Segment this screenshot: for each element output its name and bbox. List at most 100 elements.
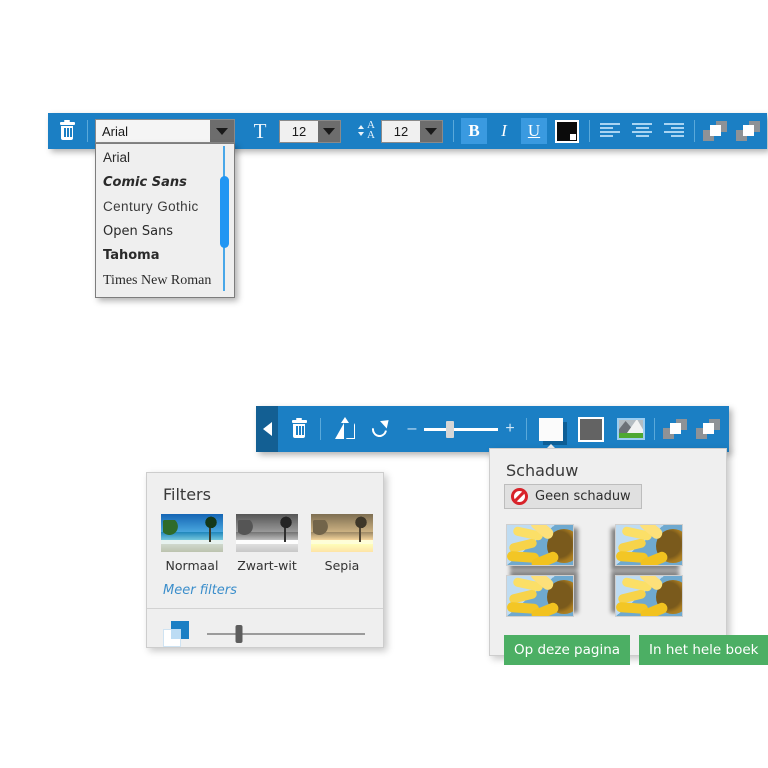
align-left-icon <box>600 123 620 139</box>
filter-option-sepia[interactable]: Sepia <box>311 514 373 573</box>
send-to-back-icon <box>736 121 760 141</box>
text-format-T-icon: T <box>253 118 267 143</box>
toolbar-separator <box>694 120 695 142</box>
opacity-control <box>147 609 383 659</box>
font-option-tahoma[interactable]: Tahoma <box>96 244 234 269</box>
send-to-back-button[interactable] <box>735 117 761 145</box>
rotate-button[interactable] <box>368 415 394 443</box>
slider-thumb[interactable] <box>445 420 454 438</box>
apply-scope-buttons: Op deze pagina In het hele boek <box>490 627 768 679</box>
flip-button[interactable] <box>332 415 358 443</box>
font-option-arial[interactable]: Arial <box>96 146 234 171</box>
trash-icon <box>59 120 75 140</box>
apply-whole-book-button[interactable]: In het hele boek <box>639 635 768 665</box>
filters-mode-button[interactable] <box>616 415 646 444</box>
font-size-value: 12 <box>280 120 318 142</box>
align-right-button[interactable] <box>661 117 687 145</box>
opacity-slider-thumb[interactable] <box>235 625 243 643</box>
opacity-icon <box>163 621 189 647</box>
filter-option-zwart-wit[interactable]: Zwart-wit <box>236 514 298 573</box>
shadow-option-bottom-right[interactable] <box>506 524 574 566</box>
delete-image-button[interactable] <box>286 415 312 443</box>
align-center-icon <box>632 123 652 139</box>
toolbar-separator <box>320 418 321 440</box>
shadow-option-top-left[interactable] <box>615 575 683 617</box>
font-option-comic-sans[interactable]: Comic Sans <box>96 171 234 196</box>
filters-panel-title: Filters <box>163 485 211 504</box>
flip-icon <box>335 417 355 439</box>
line-spacing-icon-button[interactable]: AA <box>351 117 377 145</box>
slider-plus-label[interactable]: + <box>504 420 516 438</box>
filter-label: Normaal <box>165 558 219 573</box>
image-toolbar: – + <box>256 406 729 452</box>
font-family-select[interactable]: Arial Arial Comic Sans Century Gothic Op… <box>95 119 235 298</box>
back-button[interactable] <box>256 406 278 452</box>
filters-panel: Filters Normaal Zwart-wit Sepia Meer fil… <box>146 472 384 648</box>
toolbar-separator <box>453 120 454 142</box>
font-option-century-gothic[interactable]: Century Gothic <box>96 195 234 220</box>
text-format-icon-button[interactable]: T <box>247 117 273 145</box>
zoom-slider[interactable]: – + <box>406 420 516 438</box>
rotate-icon <box>369 416 392 440</box>
bring-to-front-icon <box>663 419 687 439</box>
align-center-button[interactable] <box>629 117 655 145</box>
toolbar-separator <box>589 120 590 142</box>
screen: Arial Arial Comic Sans Century Gothic Op… <box>0 0 768 768</box>
filter-label: Sepia <box>324 558 360 573</box>
bring-to-front-icon <box>703 121 727 141</box>
shadow-option-bottom-left[interactable] <box>615 524 683 566</box>
toolbar-separator <box>654 418 655 440</box>
slider-minus-label[interactable]: – <box>406 420 418 438</box>
opacity-slider-track[interactable] <box>207 625 365 643</box>
dropdown-scrollbar-thumb[interactable] <box>219 176 229 248</box>
font-family-dropdown-arrow[interactable] <box>210 120 234 142</box>
shadow-options-grid <box>490 510 726 627</box>
filter-thumbnail-sepia <box>311 514 373 552</box>
send-to-back-icon <box>696 419 720 439</box>
shadow-mode-button[interactable] <box>536 415 566 452</box>
italic-button[interactable]: I <box>491 118 517 144</box>
font-family-dropdown-list[interactable]: Arial Comic Sans Century Gothic Open San… <box>95 143 235 298</box>
toolbar-separator <box>87 120 88 142</box>
toolbar-separator <box>526 418 527 440</box>
filter-thumbnail-normaal <box>161 514 223 552</box>
line-spacing-icon: AA <box>353 120 375 141</box>
send-to-back-button[interactable] <box>695 415 721 443</box>
chevron-down-icon <box>323 127 335 135</box>
line-spacing-value: 12 <box>382 120 420 142</box>
font-size-select[interactable]: 12 <box>279 119 341 143</box>
align-left-button[interactable] <box>597 117 623 145</box>
slider-track[interactable] <box>424 420 498 438</box>
filter-label: Zwart-wit <box>237 558 297 573</box>
font-family-value: Arial <box>96 120 210 142</box>
shadow-panel: Schaduw Geen schaduw Op deze pagina In h… <box>489 448 768 665</box>
line-spacing-dropdown-arrow[interactable] <box>420 120 442 142</box>
text-toolbar: Arial Arial Comic Sans Century Gothic Op… <box>48 113 767 298</box>
underline-button[interactable]: U <box>521 118 547 144</box>
apply-this-page-button[interactable]: Op deze pagina <box>504 635 631 665</box>
font-family-combo[interactable]: Arial <box>95 119 235 143</box>
font-option-times-new-roman[interactable]: Times New Roman <box>96 269 234 294</box>
frame-mode-button[interactable] <box>576 415 606 444</box>
trash-icon <box>291 418 307 438</box>
filter-thumbnail-row: Normaal Zwart-wit Sepia <box>147 514 383 573</box>
font-size-dropdown-arrow[interactable] <box>318 120 340 142</box>
chevron-down-icon <box>425 127 437 135</box>
filter-option-normaal[interactable]: Normaal <box>161 514 223 573</box>
filter-thumbnail-zwart-wit <box>236 514 298 552</box>
bring-to-front-button[interactable] <box>702 117 728 145</box>
chevron-left-icon <box>262 422 272 436</box>
delete-text-button[interactable] <box>54 117 80 145</box>
shadow-mode-icon <box>539 417 563 441</box>
bold-button[interactable]: B <box>461 118 487 144</box>
shadow-option-top-right[interactable] <box>506 575 574 617</box>
font-option-open-sans[interactable]: Open Sans <box>96 220 234 245</box>
bring-to-front-button[interactable] <box>662 415 688 443</box>
more-filters-link[interactable]: Meer filters <box>163 583 383 598</box>
no-shadow-button[interactable]: Geen schaduw <box>504 484 642 509</box>
shadow-panel-title: Schaduw <box>506 461 579 480</box>
text-color-button[interactable] <box>554 117 580 145</box>
line-spacing-select[interactable]: 12 <box>381 119 443 143</box>
no-shadow-icon <box>511 488 528 505</box>
chevron-down-icon <box>216 127 228 135</box>
